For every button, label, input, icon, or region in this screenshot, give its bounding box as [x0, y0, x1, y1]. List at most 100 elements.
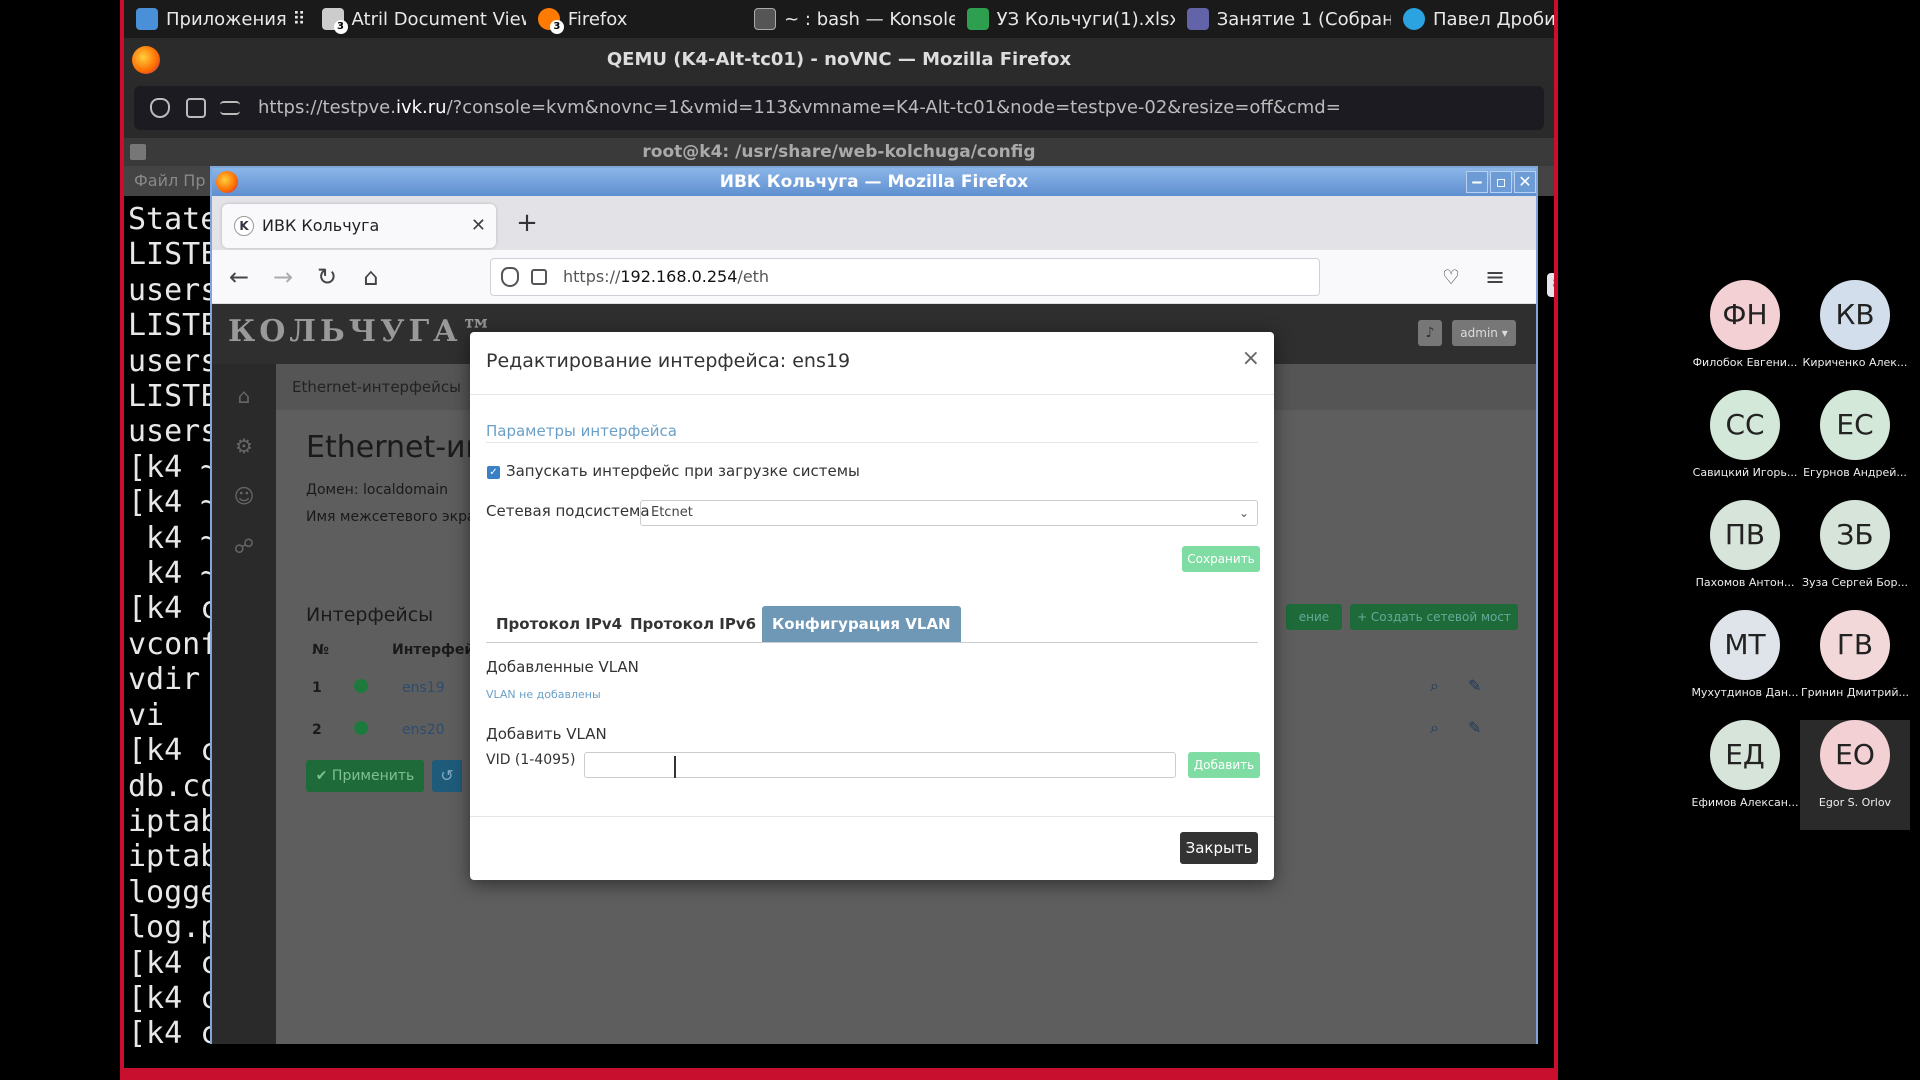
create-bridge-button[interactable]: + Создать сетевой мост [1350, 604, 1518, 630]
edit-interface-modal: Редактирование интерфейса: ens19 × Парам… [470, 332, 1274, 880]
apply-button[interactable]: ✔ Применить [306, 760, 424, 792]
interface-params-heading: Параметры интерфейса [486, 422, 677, 440]
taskbar-item-apps[interactable]: Приложения ⠿ [124, 0, 310, 38]
partial-action-button[interactable]: ение [1286, 604, 1342, 630]
shield-icon[interactable] [150, 98, 170, 118]
permissions-icon[interactable] [220, 101, 240, 115]
close-window-icon[interactable]: ✕ [1514, 171, 1536, 193]
text-cursor-icon [674, 756, 682, 778]
admin-menu[interactable]: admin ▾ [1452, 320, 1516, 346]
row-2-number: 2 [312, 722, 322, 738]
search-icon[interactable]: ⌕ [1430, 718, 1439, 738]
taskbar-item-spreadsheet[interactable]: УЗ Кольчуги(1).xlsx - ... [955, 0, 1175, 38]
taskbar-item-atril[interactable]: 3 Atril Document Viewer [310, 0, 526, 38]
vid-input[interactable] [584, 752, 1176, 778]
zoom-level[interactable]: 80% [1547, 273, 1554, 297]
konsole-title: root@k4: /usr/share/web-kolchuga/config [642, 142, 1036, 162]
edit-icon[interactable]: ✎ [1468, 718, 1481, 737]
tab-ipv4[interactable]: Протокол IPv4 [486, 606, 632, 642]
autostart-label: Запускать интерфейс при загрузке системы [506, 462, 860, 480]
tab-ipv6[interactable]: Протокол IPv6 [620, 606, 766, 642]
outer-browser-titlebar: QEMU (K4-Alt-tc01) - noVNC — Mozilla Fir… [124, 38, 1554, 82]
taskbar-item-meeting[interactable]: Занятие 1 (Собрание)... [1175, 0, 1391, 38]
participant-name: Филобок Евгени... [1692, 356, 1798, 369]
document-viewer-icon: 3 [321, 8, 348, 34]
outer-browser-title: QEMU (K4-Alt-tc01) - noVNC — Mozilla Fir… [606, 49, 1072, 70]
inner-url-bar[interactable]: https://192.168.0.254/eth 80% ☆ [490, 258, 1554, 297]
undo-icon[interactable]: ↺ [432, 760, 462, 792]
save-button[interactable]: Сохранить [1182, 546, 1260, 572]
close-button[interactable]: Закрыть [1180, 832, 1258, 864]
shield-icon[interactable] [501, 267, 519, 287]
search-icon[interactable]: ⌕ [1430, 676, 1439, 696]
pocket-icon[interactable]: ♡ [1436, 262, 1466, 292]
avatar: СС [1710, 390, 1780, 460]
terminal-icon [754, 8, 777, 30]
tab-vlan-config[interactable]: Конфигурация VLAN [762, 606, 961, 642]
close-icon[interactable]: × [1242, 346, 1260, 371]
home-icon[interactable]: ⌂ [356, 262, 386, 292]
telegram-icon [1403, 8, 1425, 30]
taskbar-item-telegram[interactable]: Павел Дробинц [1391, 0, 1554, 38]
modal-title: Редактирование интерфейса: ens19 [486, 350, 851, 372]
taskbar-item-firefox[interactable]: 3 Firefox [526, 0, 742, 38]
settings-icon[interactable]: ⚙ [232, 434, 256, 458]
lock-icon[interactable] [531, 269, 547, 285]
participant-tile[interactable]: ЕО Egor S. Orlov [1800, 720, 1910, 830]
avatar: ЕО [1820, 720, 1890, 790]
kolchuga-favicon: K [234, 216, 254, 236]
participant-tile[interactable]: ФН Филобок Евгени... [1690, 280, 1800, 390]
tab-bar: K ИВК Кольчуга ✕ + [212, 196, 1536, 250]
menu-icon[interactable]: ≡ [1480, 262, 1510, 292]
interfaces-heading: Интерфейсы [306, 604, 434, 626]
participant-name: Зуза Сергей Бор... [1801, 576, 1909, 589]
participant-tile[interactable]: ЕД Ефимов Алексан... [1690, 720, 1800, 830]
inner-browser-titlebar: ИВК Кольчуга — Mozilla Firefox ‒ ▫ ✕ [212, 168, 1536, 196]
column-interface: Интерфей [392, 642, 475, 658]
bottom-border [124, 1068, 1554, 1080]
home-icon[interactable]: ⌂ [232, 384, 256, 408]
network-icon[interactable]: ☍ [232, 534, 256, 558]
participant-tile[interactable]: ЕС Егурнов Андрей... [1800, 390, 1910, 500]
bell-icon[interactable]: ♪ [1418, 320, 1442, 346]
participant-name: Ефимов Алексан... [1691, 796, 1799, 809]
participant-tile[interactable]: МТ Мухутдинов Дан... [1690, 610, 1800, 720]
participant-tile[interactable]: ГВ Гринин Дмитрий... [1800, 610, 1910, 720]
participant-tile[interactable]: КВ Кириченко Алек... [1800, 280, 1910, 390]
participant-name: Егурнов Андрей... [1803, 466, 1907, 479]
tab-ivk-kolchuga[interactable]: K ИВК Кольчуга ✕ [222, 204, 496, 248]
back-arrow-icon[interactable]: ← [224, 262, 254, 292]
new-tab-button[interactable]: + [512, 208, 542, 238]
add-vlan-button[interactable]: Добавить [1188, 752, 1260, 778]
participant-name: Egor S. Orlov [1818, 796, 1892, 809]
network-subsystem-value: Etcnet [651, 505, 693, 520]
participant-tile[interactable]: ЗБ Зуза Сергей Бор... [1800, 500, 1910, 610]
lock-icon[interactable] [186, 98, 206, 118]
taskbar: Приложения ⠿ 3 Atril Document Viewer 3 F… [124, 0, 1554, 38]
tab-label: ИВК Кольчуга [262, 216, 380, 235]
participant-tile[interactable]: ПВ Пахомов Антон... [1690, 500, 1800, 610]
users-icon[interactable]: ☺ [232, 484, 256, 508]
row-2-interface-link[interactable]: ens20 [402, 722, 445, 738]
edit-icon[interactable]: ✎ [1468, 676, 1481, 695]
status-ok-icon [354, 721, 368, 735]
reload-icon[interactable]: ↻ [312, 262, 342, 292]
spreadsheet-icon [966, 8, 989, 30]
autostart-checkbox[interactable]: ✓ [487, 466, 500, 479]
participant-tile[interactable]: СС Савицкий Игорь... [1690, 390, 1800, 500]
avatar: КВ [1820, 280, 1890, 350]
maximize-icon[interactable]: ▫ [1490, 171, 1512, 193]
terminal-icon [130, 144, 146, 160]
outer-url-bar[interactable]: https://testpve.ivk.ru/?console=kvm&novn… [134, 86, 1544, 130]
url-host: 192.168.0.254 [620, 267, 738, 286]
konsole-titlebar: root@k4: /usr/share/web-kolchuga/config [124, 138, 1554, 166]
taskbar-item-konsole[interactable]: ~ : bash — Konsole [742, 0, 955, 38]
row-1-interface-link[interactable]: ens19 [402, 680, 445, 696]
minimize-icon[interactable]: ‒ [1466, 171, 1488, 193]
close-tab-icon[interactable]: ✕ [471, 204, 486, 248]
participant-name: Мухутдинов Дан... [1691, 686, 1799, 699]
forward-arrow-icon[interactable]: → [268, 262, 298, 292]
network-subsystem-select[interactable]: Etcnet ⌄ [640, 500, 1258, 526]
breadcrumb[interactable]: Ethernet-интерфейсы [292, 378, 461, 396]
outer-url-rest: /?console=kvm&novnc=1&vmid=113&vmname=K4… [446, 97, 1341, 118]
